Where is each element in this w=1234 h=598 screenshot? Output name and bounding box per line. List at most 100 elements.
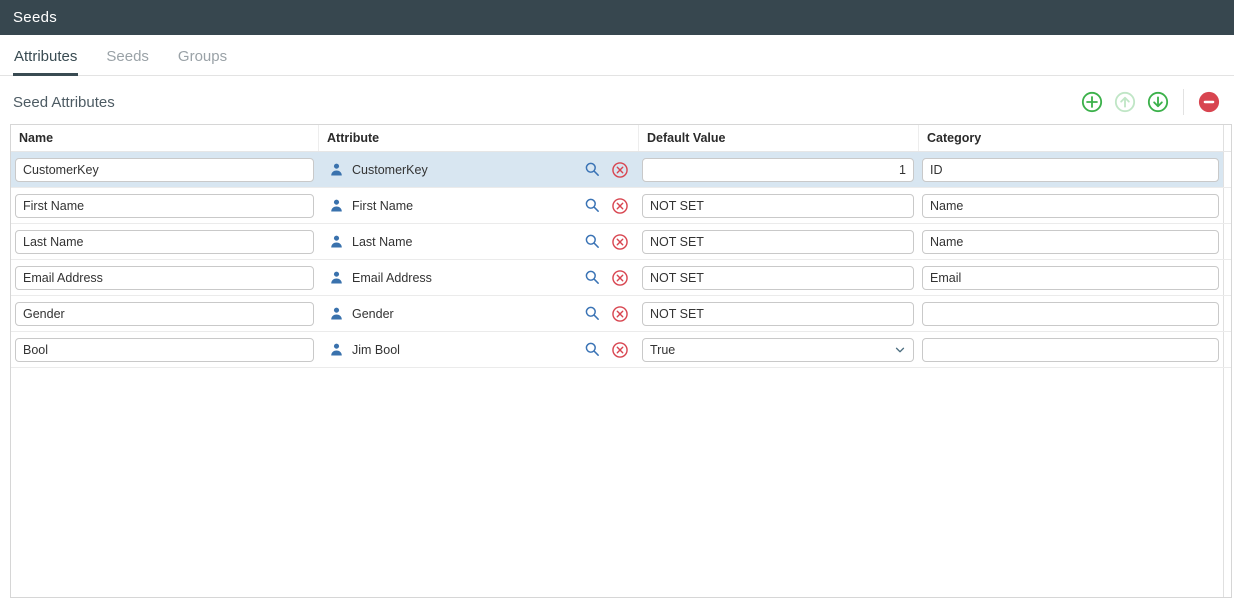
attribute-label: Jim Bool bbox=[352, 343, 400, 357]
category-cell bbox=[918, 188, 1223, 223]
section-header: Seed Attributes bbox=[0, 76, 1234, 124]
search-icon[interactable] bbox=[584, 341, 601, 358]
attribute-cell: Gender bbox=[318, 296, 638, 331]
default-value-input[interactable] bbox=[642, 194, 914, 218]
tab-bar: Attributes Seeds Groups bbox=[0, 44, 1234, 76]
attribute-label: Last Name bbox=[352, 235, 412, 249]
table-row[interactable]: Gender bbox=[11, 296, 1231, 332]
search-icon[interactable] bbox=[584, 233, 601, 250]
default-value-input[interactable] bbox=[642, 266, 914, 290]
default-value-input[interactable] bbox=[642, 230, 914, 254]
attributes-toolbar bbox=[1081, 89, 1221, 115]
remove-attribute-icon[interactable] bbox=[611, 341, 629, 359]
attribute-cell: CustomerKey bbox=[318, 152, 638, 187]
default-value-cell bbox=[638, 152, 918, 187]
category-input[interactable] bbox=[922, 230, 1219, 254]
category-input[interactable] bbox=[922, 302, 1219, 326]
plus-circle-icon bbox=[1081, 91, 1103, 113]
add-attribute-button[interactable] bbox=[1081, 91, 1103, 113]
remove-attribute-button[interactable] bbox=[1198, 91, 1220, 113]
attribute-label: First Name bbox=[352, 199, 413, 213]
table-row[interactable]: Jim Bool True bbox=[11, 332, 1231, 368]
search-icon[interactable] bbox=[584, 197, 601, 214]
move-up-button[interactable] bbox=[1114, 91, 1136, 113]
attribute-cell: Email Address bbox=[318, 260, 638, 295]
page-title: Seeds bbox=[13, 9, 57, 26]
scroll-gutter bbox=[1223, 368, 1231, 597]
category-cell bbox=[918, 296, 1223, 331]
category-cell bbox=[918, 260, 1223, 295]
search-icon[interactable] bbox=[584, 161, 601, 178]
category-input[interactable] bbox=[922, 158, 1219, 182]
arrow-up-circle-icon bbox=[1114, 91, 1136, 113]
search-icon[interactable] bbox=[584, 269, 601, 286]
name-cell bbox=[11, 152, 318, 187]
name-cell bbox=[11, 260, 318, 295]
column-header-default-value: Default Value bbox=[638, 125, 918, 151]
search-icon[interactable] bbox=[584, 305, 601, 322]
scroll-gutter bbox=[1223, 224, 1231, 259]
remove-attribute-icon[interactable] bbox=[611, 197, 629, 215]
person-icon bbox=[329, 306, 344, 321]
scroll-gutter bbox=[1223, 260, 1231, 295]
table-empty-area bbox=[11, 368, 1231, 597]
table-row[interactable]: Last Name bbox=[11, 224, 1231, 260]
dropdown-selected-value: True bbox=[650, 343, 675, 357]
person-icon bbox=[329, 198, 344, 213]
section-title: Seed Attributes bbox=[13, 94, 115, 111]
default-value-dropdown[interactable]: True bbox=[642, 338, 914, 362]
category-cell bbox=[918, 224, 1223, 259]
table-row[interactable]: First Name bbox=[11, 188, 1231, 224]
name-input[interactable] bbox=[15, 158, 314, 182]
minus-circle-icon bbox=[1198, 91, 1220, 113]
remove-attribute-icon[interactable] bbox=[611, 305, 629, 323]
tab-seeds[interactable]: Seeds bbox=[105, 44, 150, 76]
default-value-cell: True bbox=[638, 332, 918, 367]
default-value-input[interactable] bbox=[642, 158, 914, 182]
column-header-attribute: Attribute bbox=[318, 125, 638, 151]
attribute-cell: First Name bbox=[318, 188, 638, 223]
table-row[interactable]: Email Address bbox=[11, 260, 1231, 296]
category-input[interactable] bbox=[922, 266, 1219, 290]
attribute-cell: Jim Bool bbox=[318, 332, 638, 367]
remove-attribute-icon[interactable] bbox=[611, 233, 629, 251]
default-value-cell bbox=[638, 188, 918, 223]
person-icon bbox=[329, 234, 344, 249]
default-value-cell bbox=[638, 260, 918, 295]
chevron-down-icon bbox=[893, 343, 907, 357]
default-value-input[interactable] bbox=[642, 302, 914, 326]
seed-attributes-table: Name Attribute Default Value Category Cu… bbox=[10, 124, 1232, 598]
tab-attributes[interactable]: Attributes bbox=[13, 44, 78, 76]
name-cell bbox=[11, 296, 318, 331]
attribute-label: CustomerKey bbox=[352, 163, 428, 177]
scroll-gutter bbox=[1223, 296, 1231, 331]
window-titlebar: Seeds bbox=[0, 0, 1234, 35]
name-input[interactable] bbox=[15, 194, 314, 218]
move-down-button[interactable] bbox=[1147, 91, 1169, 113]
scroll-gutter bbox=[1223, 188, 1231, 223]
category-cell bbox=[918, 152, 1223, 187]
tab-groups[interactable]: Groups bbox=[177, 44, 228, 76]
scroll-gutter bbox=[1223, 332, 1231, 367]
category-input[interactable] bbox=[922, 194, 1219, 218]
name-input[interactable] bbox=[15, 266, 314, 290]
attribute-label: Gender bbox=[352, 307, 394, 321]
name-input[interactable] bbox=[15, 338, 314, 362]
scroll-gutter bbox=[1223, 152, 1231, 187]
name-input[interactable] bbox=[15, 230, 314, 254]
name-cell bbox=[11, 188, 318, 223]
remove-attribute-icon[interactable] bbox=[611, 269, 629, 287]
attribute-label: Email Address bbox=[352, 271, 432, 285]
category-input[interactable] bbox=[922, 338, 1219, 362]
default-value-cell bbox=[638, 224, 918, 259]
table-header-row: Name Attribute Default Value Category bbox=[11, 125, 1231, 152]
table-row[interactable]: CustomerKey bbox=[11, 152, 1231, 188]
category-cell bbox=[918, 332, 1223, 367]
name-input[interactable] bbox=[15, 302, 314, 326]
remove-attribute-icon[interactable] bbox=[611, 161, 629, 179]
person-icon bbox=[329, 342, 344, 357]
name-cell bbox=[11, 224, 318, 259]
column-header-name: Name bbox=[11, 125, 318, 151]
person-icon bbox=[329, 162, 344, 177]
name-cell bbox=[11, 332, 318, 367]
